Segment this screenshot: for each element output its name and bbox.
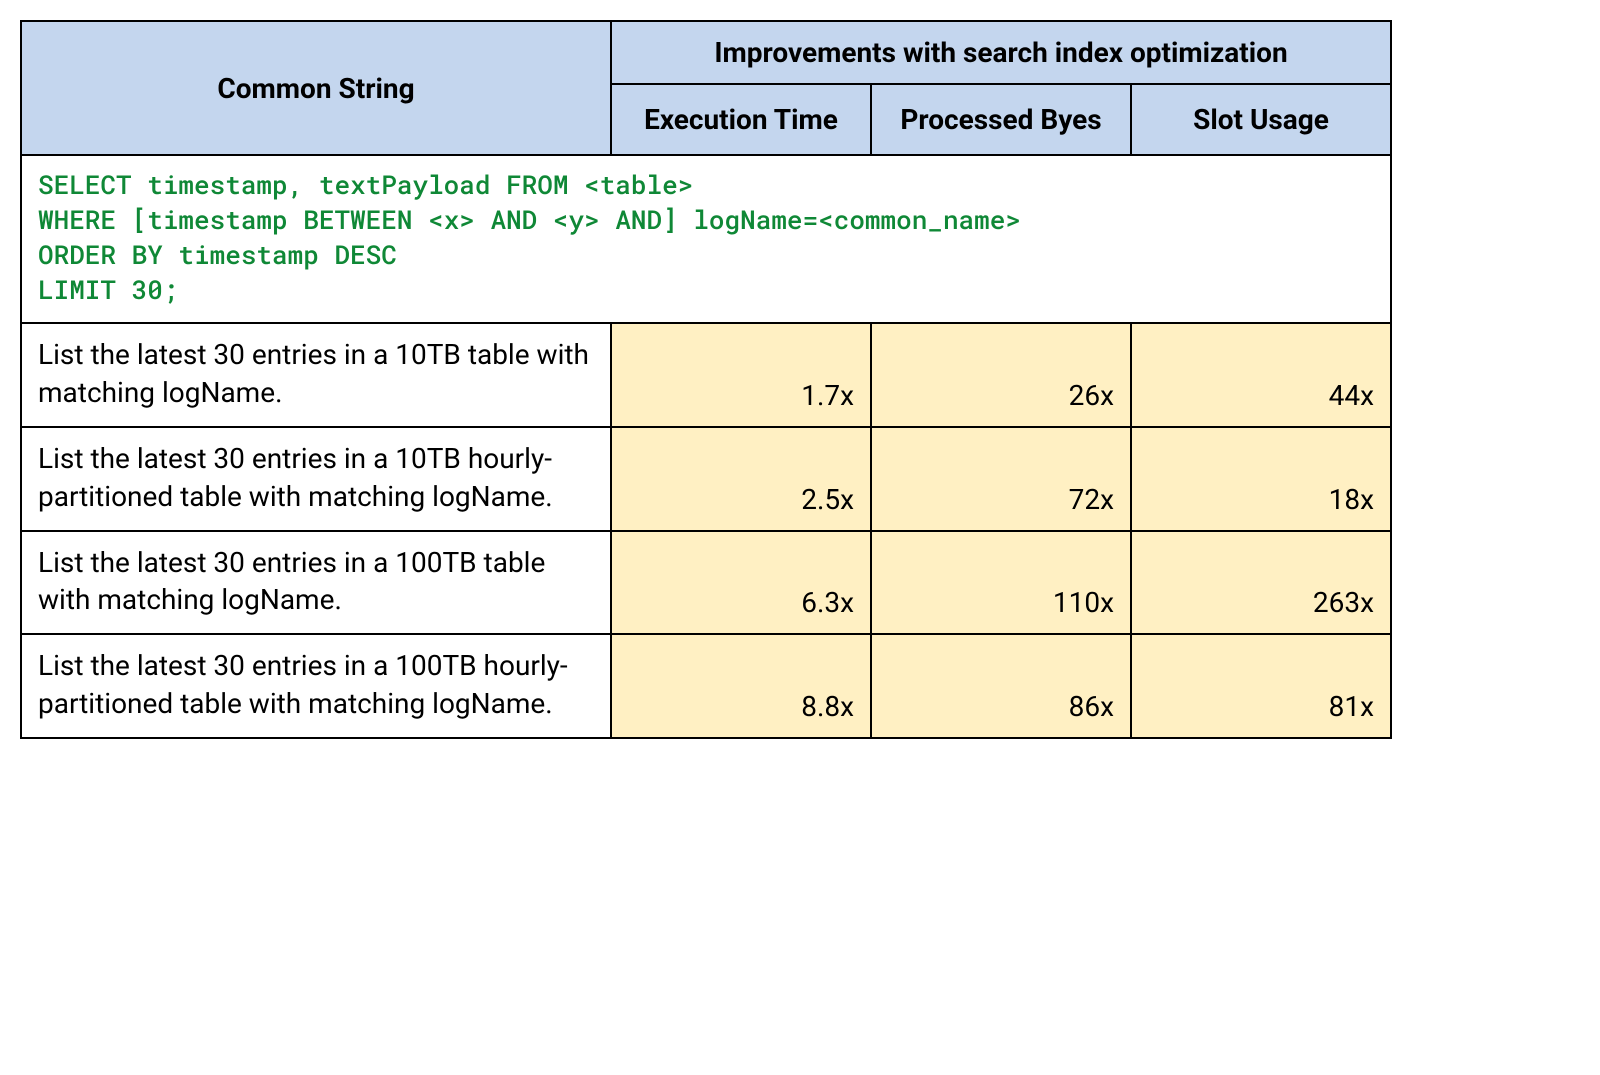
header-group-improvements: Improvements with search index optimizat… bbox=[611, 21, 1391, 84]
table-row: List the latest 30 entries in a 100TB ta… bbox=[21, 531, 1391, 635]
cell-processed-bytes: 86x bbox=[871, 634, 1131, 738]
sql-row: SELECT timestamp, textPayload FROM <tabl… bbox=[21, 155, 1391, 323]
cell-slot-usage: 18x bbox=[1131, 427, 1391, 531]
sql-query: SELECT timestamp, textPayload FROM <tabl… bbox=[38, 168, 1374, 308]
cell-execution-time: 8.8x bbox=[611, 634, 871, 738]
table-head: Common String Improvements with search i… bbox=[21, 21, 1391, 155]
table-row: List the latest 30 entries in a 10TB tab… bbox=[21, 323, 1391, 427]
cell-slot-usage: 81x bbox=[1131, 634, 1391, 738]
header-execution-time: Execution Time bbox=[611, 84, 871, 155]
table-row: List the latest 30 entries in a 100TB ho… bbox=[21, 634, 1391, 738]
table: Common String Improvements with search i… bbox=[20, 20, 1392, 739]
sql-cell: SELECT timestamp, textPayload FROM <tabl… bbox=[21, 155, 1391, 323]
header-common-string: Common String bbox=[21, 21, 611, 155]
header-processed-bytes: Processed Byes bbox=[871, 84, 1131, 155]
cell-slot-usage: 44x bbox=[1131, 323, 1391, 427]
row-description: List the latest 30 entries in a 100TB ta… bbox=[21, 531, 611, 635]
cell-processed-bytes: 72x bbox=[871, 427, 1131, 531]
table-row: List the latest 30 entries in a 10TB hou… bbox=[21, 427, 1391, 531]
comparison-table: Common String Improvements with search i… bbox=[20, 20, 1390, 739]
header-slot-usage: Slot Usage bbox=[1131, 84, 1391, 155]
cell-execution-time: 6.3x bbox=[611, 531, 871, 635]
cell-execution-time: 1.7x bbox=[611, 323, 871, 427]
row-description: List the latest 30 entries in a 10TB tab… bbox=[21, 323, 611, 427]
cell-slot-usage: 263x bbox=[1131, 531, 1391, 635]
cell-processed-bytes: 26x bbox=[871, 323, 1131, 427]
cell-execution-time: 2.5x bbox=[611, 427, 871, 531]
row-description: List the latest 30 entries in a 100TB ho… bbox=[21, 634, 611, 738]
row-description: List the latest 30 entries in a 10TB hou… bbox=[21, 427, 611, 531]
table-body: SELECT timestamp, textPayload FROM <tabl… bbox=[21, 155, 1391, 738]
cell-processed-bytes: 110x bbox=[871, 531, 1131, 635]
